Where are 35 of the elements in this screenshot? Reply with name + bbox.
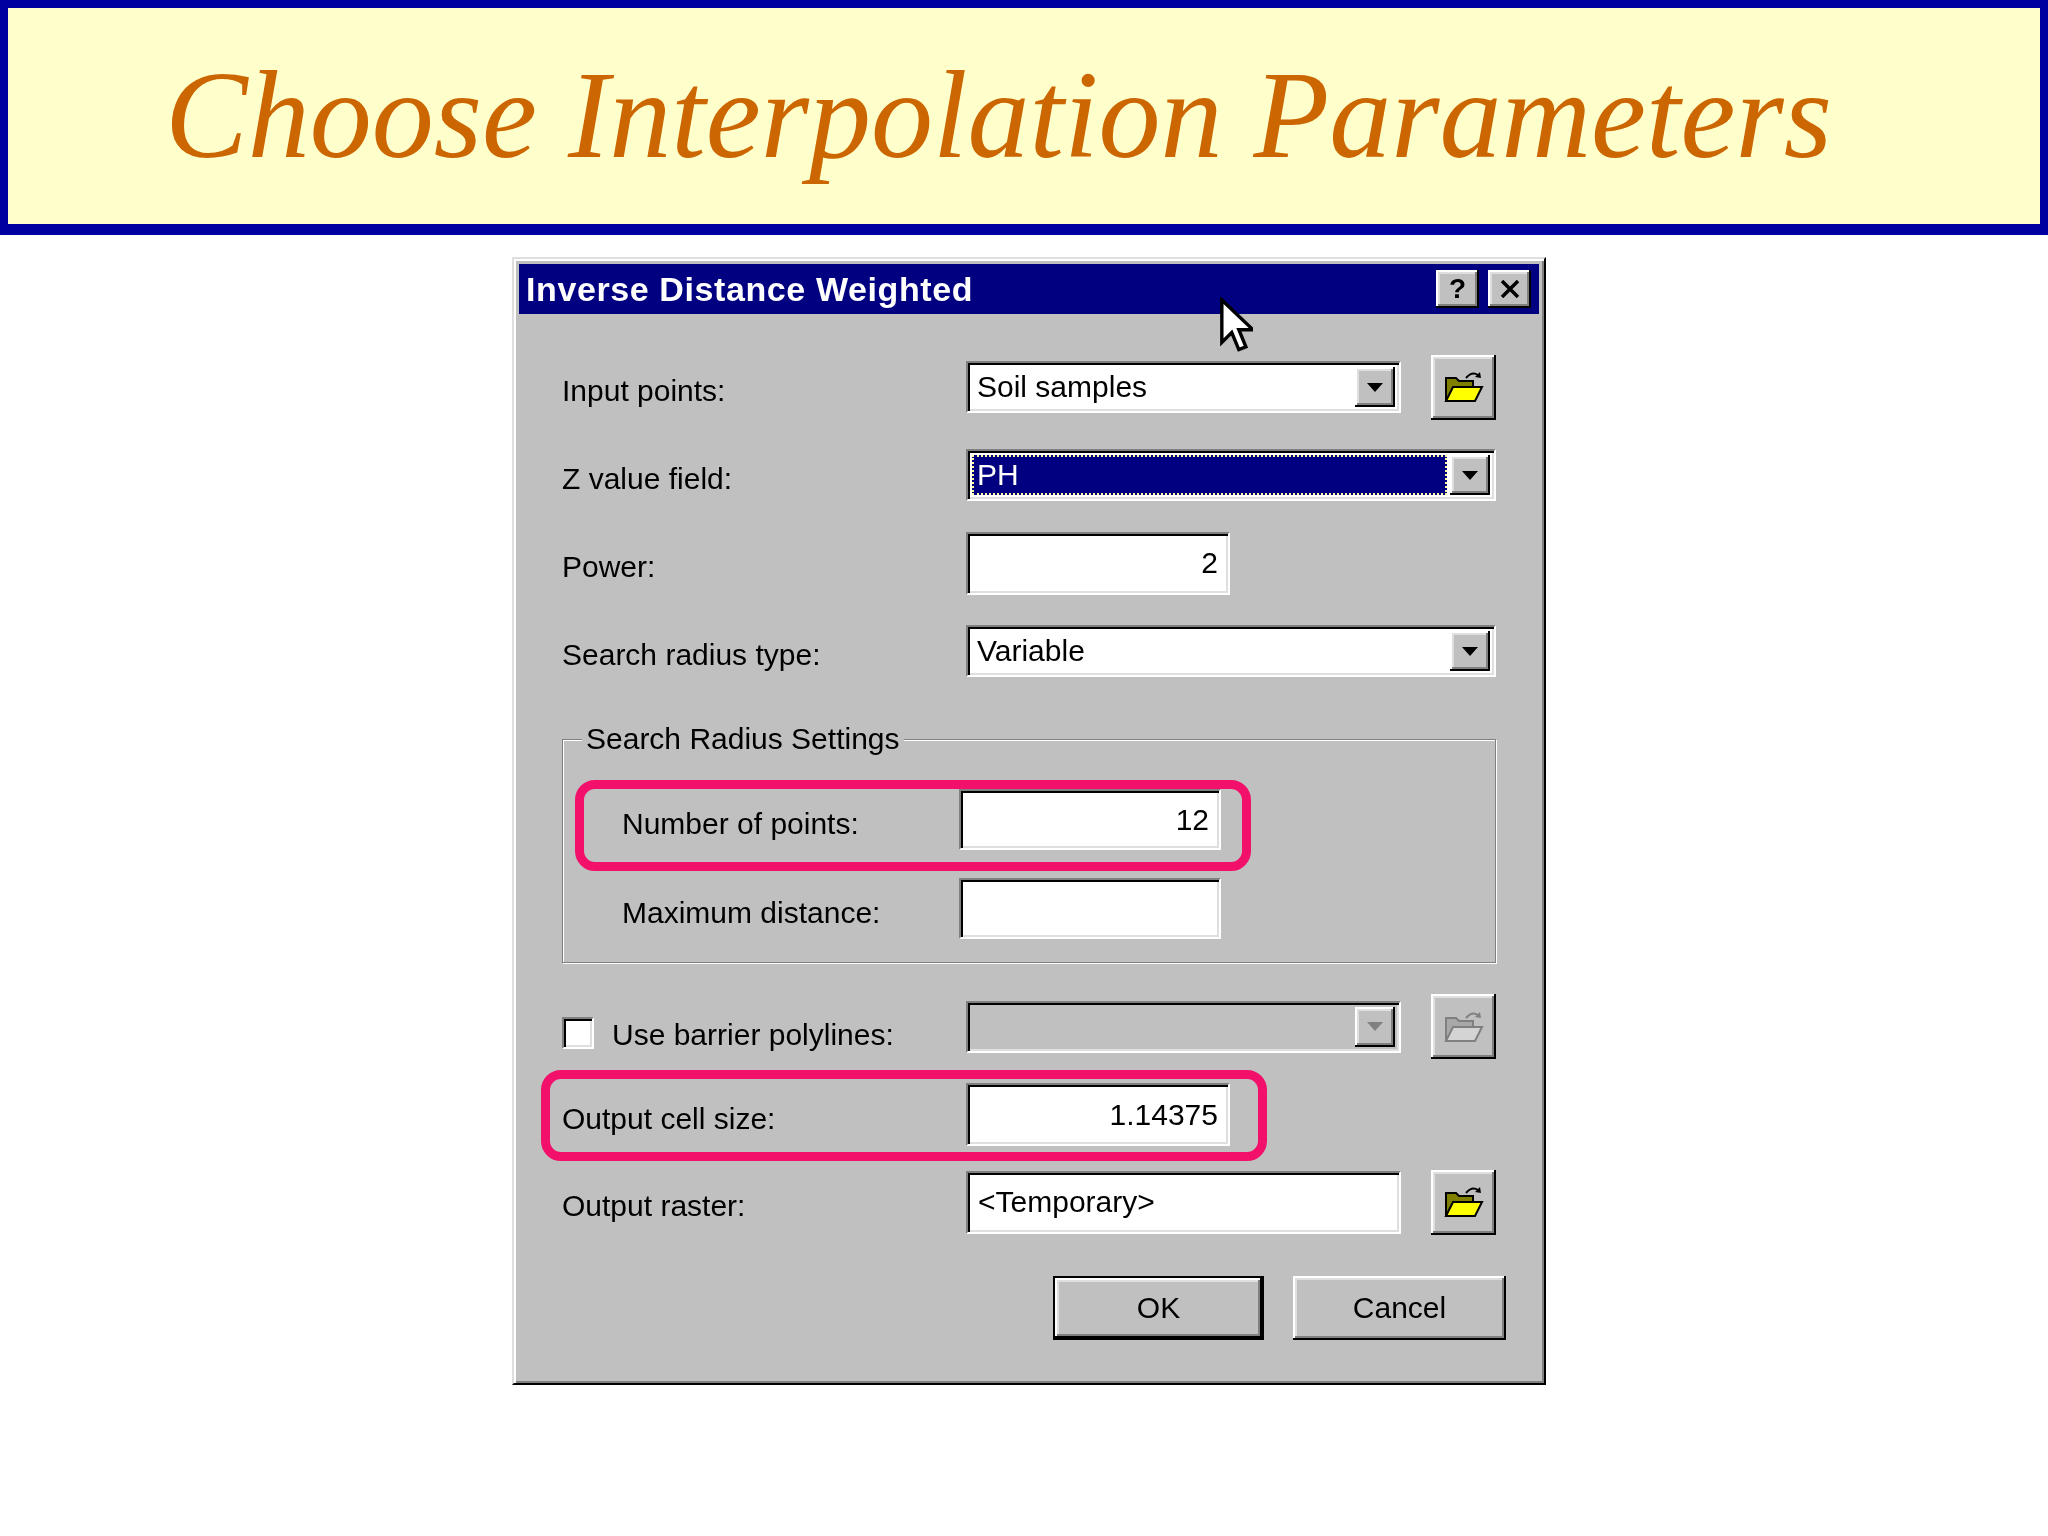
dropdown-field[interactable]: Variable <box>966 625 1496 677</box>
field-label: Output cell size: <box>562 1100 777 1136</box>
open-folder-icon <box>1443 1185 1484 1219</box>
cancel-button[interactable]: Cancel <box>1293 1276 1506 1340</box>
close-icon <box>1499 280 1520 298</box>
input-field[interactable]: <Temporary> <box>966 1170 1401 1234</box>
dropdown-button[interactable] <box>1450 631 1490 671</box>
close-button[interactable] <box>1488 270 1531 308</box>
field-label: Number of points: <box>622 805 860 841</box>
input-field[interactable] <box>959 878 1221 939</box>
slide-title: Choose Interpolation Parameters <box>165 45 1832 186</box>
caret-down-icon <box>1367 382 1383 392</box>
field-label: Output raster: <box>562 1188 747 1223</box>
dropdown-field[interactable]: PH <box>966 449 1496 501</box>
caret-down-icon <box>1367 1022 1383 1031</box>
open-folder-icon <box>1443 370 1484 404</box>
caret-down-icon <box>1462 470 1478 480</box>
field-label: Search radius type: <box>562 637 822 672</box>
ok-button[interactable]: OK <box>1053 1276 1264 1340</box>
window-title: Inverse Distance Weighted <box>526 269 975 309</box>
input-field[interactable]: 12 <box>959 789 1221 850</box>
caret-down-icon <box>1462 646 1478 656</box>
field-label: Maximum distance: <box>622 894 882 930</box>
help-button[interactable]: ? <box>1436 270 1479 308</box>
input-field[interactable]: 2 <box>966 531 1230 595</box>
field-label: Power: <box>562 549 657 584</box>
browse-button[interactable] <box>1431 354 1496 420</box>
dropdown-button[interactable] <box>1450 455 1490 495</box>
dropdown-button[interactable] <box>1355 367 1395 407</box>
field-label: Z value field: <box>562 461 734 496</box>
dropdown-field[interactable]: Soil samples <box>966 361 1401 413</box>
field-label: Input points: <box>562 373 727 408</box>
browse-button[interactable] <box>1431 1169 1496 1235</box>
cursor-icon <box>1219 297 1253 354</box>
input-field[interactable]: 1.14375 <box>966 1083 1230 1146</box>
